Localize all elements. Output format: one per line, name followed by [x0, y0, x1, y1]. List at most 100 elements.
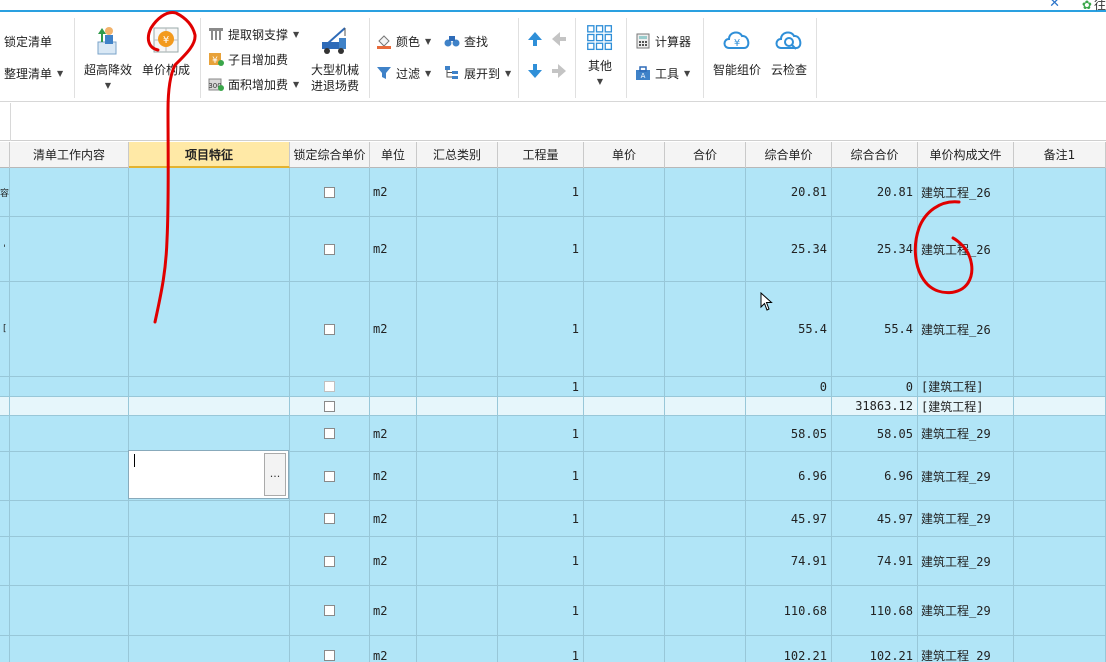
- comp-unit-price-cell[interactable]: 0: [746, 377, 832, 396]
- remark-cell[interactable]: [1014, 636, 1106, 662]
- sum-cell[interactable]: [417, 282, 498, 376]
- composition-file-cell[interactable]: [建筑工程]: [918, 397, 1014, 415]
- window-extra[interactable]: ✿ 往: [1082, 0, 1106, 13]
- sub-item-add-fee-button[interactable]: ¥ 子目增加费: [208, 49, 288, 69]
- work-cell[interactable]: [10, 636, 129, 662]
- header-unit[interactable]: 单位: [370, 142, 417, 168]
- tidy-list-button[interactable]: 整理清单 ▼: [4, 63, 63, 83]
- arrow-down-icon[interactable]: [527, 63, 543, 79]
- feat-cell[interactable]: [129, 501, 290, 536]
- price-cell[interactable]: [584, 282, 665, 376]
- lock-price-cell[interactable]: [290, 416, 370, 451]
- unit-cell[interactable]: m2: [370, 282, 417, 376]
- lock-price-checkbox[interactable]: [324, 470, 335, 482]
- comp-unit-price-cell[interactable]: 74.91: [746, 537, 832, 585]
- tools-button[interactable]: A 工具 ▼: [635, 63, 690, 83]
- composition-file-cell[interactable]: 建筑工程_29: [918, 586, 1014, 635]
- price-cell[interactable]: [584, 452, 665, 500]
- remark-cell[interactable]: [1014, 501, 1106, 536]
- composition-file-cell[interactable]: 建筑工程_26: [918, 282, 1014, 376]
- unit-cell[interactable]: [370, 377, 417, 396]
- unit-cell[interactable]: m2: [370, 168, 417, 216]
- lock-price-checkbox[interactable]: [324, 381, 335, 392]
- comp-total-cell[interactable]: 45.97: [832, 501, 918, 536]
- total-cell[interactable]: [665, 397, 746, 415]
- table-row[interactable]: m2 1 74.91 74.91 建筑工程_29: [0, 537, 1106, 586]
- unit-cell[interactable]: m2: [370, 217, 417, 281]
- header-comp-unit-price[interactable]: 综合单价: [746, 142, 832, 168]
- sum-cell[interactable]: [417, 377, 498, 396]
- remark-cell[interactable]: [1014, 416, 1106, 451]
- quantity-cell[interactable]: 1: [498, 168, 584, 216]
- quantity-cell[interactable]: 1: [498, 501, 584, 536]
- sum-cell[interactable]: [417, 416, 498, 451]
- composition-file-cell[interactable]: 建筑工程_26: [918, 217, 1014, 281]
- quantity-cell[interactable]: 1: [498, 636, 584, 662]
- remark-cell[interactable]: [1014, 217, 1106, 281]
- lock-price-checkbox[interactable]: [324, 513, 335, 524]
- comp-unit-price-cell[interactable]: [746, 397, 832, 415]
- header-remark[interactable]: 备注1: [1014, 142, 1106, 168]
- unit-cell[interactable]: m2: [370, 416, 417, 451]
- total-cell[interactable]: [665, 377, 746, 396]
- comp-unit-price-cell[interactable]: 102.21: [746, 636, 832, 662]
- header-total-price[interactable]: 合价: [665, 142, 746, 168]
- feat-cell[interactable]: [129, 282, 290, 376]
- work-cell[interactable]: [10, 217, 129, 281]
- quantity-cell[interactable]: 1: [498, 416, 584, 451]
- lock-list-button[interactable]: 锁定清单: [4, 31, 52, 51]
- feat-cell[interactable]: [129, 217, 290, 281]
- header-comp-total[interactable]: 综合合价: [832, 142, 918, 168]
- remark-cell[interactable]: [1014, 452, 1106, 500]
- header-quantity[interactable]: 工程量: [498, 142, 584, 168]
- remark-cell[interactable]: [1014, 377, 1106, 396]
- work-cell[interactable]: [10, 452, 129, 500]
- total-cell[interactable]: [665, 452, 746, 500]
- total-cell[interactable]: [665, 217, 746, 281]
- unit-cell[interactable]: [370, 397, 417, 415]
- price-cell[interactable]: [584, 377, 665, 396]
- comp-unit-price-cell[interactable]: 20.81: [746, 168, 832, 216]
- work-cell[interactable]: [10, 586, 129, 635]
- filter-button[interactable]: 过滤 ▼: [376, 63, 431, 83]
- comp-total-cell[interactable]: 31863.12: [832, 397, 918, 415]
- comp-unit-price-cell[interactable]: 25.34: [746, 217, 832, 281]
- comp-unit-price-cell[interactable]: 58.05: [746, 416, 832, 451]
- composition-file-cell[interactable]: [建筑工程]: [918, 377, 1014, 396]
- table-row[interactable]: 31863.12 [建筑工程]: [0, 397, 1106, 416]
- quantity-cell[interactable]: 1: [498, 586, 584, 635]
- price-cell[interactable]: [584, 501, 665, 536]
- price-cell[interactable]: [584, 537, 665, 585]
- total-cell[interactable]: [665, 282, 746, 376]
- composition-file-cell[interactable]: 建筑工程_29: [918, 636, 1014, 662]
- quantity-cell[interactable]: 1: [498, 282, 584, 376]
- find-button[interactable]: 查找: [444, 31, 488, 51]
- lock-price-checkbox[interactable]: [324, 323, 335, 335]
- price-cell[interactable]: [584, 217, 665, 281]
- sum-cell[interactable]: [417, 636, 498, 662]
- lock-price-checkbox[interactable]: [324, 555, 335, 567]
- comp-total-cell[interactable]: 0: [832, 377, 918, 396]
- sum-cell[interactable]: [417, 397, 498, 415]
- lock-price-cell[interactable]: [290, 586, 370, 635]
- work-cell[interactable]: [10, 168, 129, 216]
- feat-cell[interactable]: [129, 416, 290, 451]
- lock-price-checkbox[interactable]: [324, 428, 335, 439]
- header-work-content[interactable]: 清单工作内容: [10, 142, 129, 168]
- work-cell[interactable]: [10, 397, 129, 415]
- lock-price-cell[interactable]: [290, 217, 370, 281]
- sum-cell[interactable]: [417, 168, 498, 216]
- expand-to-button[interactable]: 展开到 ▼: [444, 63, 511, 83]
- lock-price-cell[interactable]: [290, 282, 370, 376]
- comp-unit-price-cell[interactable]: 110.68: [746, 586, 832, 635]
- work-cell[interactable]: [10, 416, 129, 451]
- comp-unit-price-cell[interactable]: 45.97: [746, 501, 832, 536]
- total-cell[interactable]: [665, 168, 746, 216]
- comp-total-cell[interactable]: 55.4: [832, 282, 918, 376]
- header-summary-category[interactable]: 汇总类别: [417, 142, 498, 168]
- lock-price-cell[interactable]: [290, 397, 370, 415]
- comp-total-cell[interactable]: 20.81: [832, 168, 918, 216]
- price-cell[interactable]: [584, 168, 665, 216]
- unit-cell[interactable]: m2: [370, 452, 417, 500]
- total-cell[interactable]: [665, 537, 746, 585]
